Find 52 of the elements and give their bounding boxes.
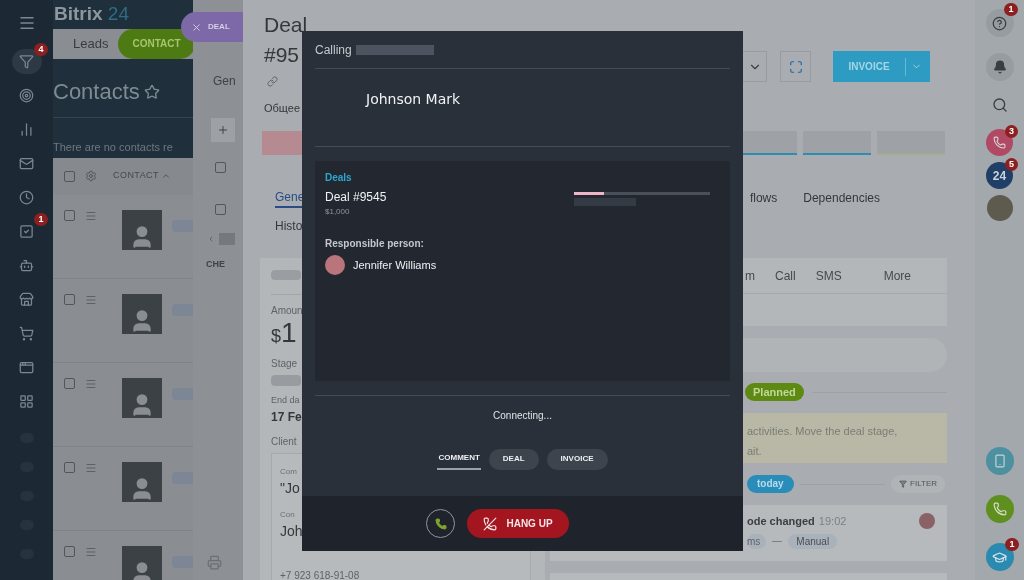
field-label: Responsible person: xyxy=(325,237,425,251)
dialog-tab[interactable]: INVOICE xyxy=(546,448,608,470)
hang-up-button[interactable]: HANG UP xyxy=(467,509,569,538)
phone-number: +7 923 618-91-08 xyxy=(280,568,360,580)
dialog-tab[interactable]: DEAL xyxy=(488,448,539,470)
notification-badge: 1 xyxy=(34,213,48,226)
deal-title: Deal #95 xyxy=(264,12,309,68)
section-tab[interactable]: flows xyxy=(749,188,778,208)
notification-badge: 4 xyxy=(34,43,48,56)
section-tab[interactable]: Dependencies xyxy=(803,188,880,208)
section-tab[interactable]: Histo xyxy=(275,216,305,236)
deal-name: Deal #9545 xyxy=(325,189,387,206)
notification-badge: 1 xyxy=(1005,538,1019,551)
field-value: 17 Fe xyxy=(271,408,302,426)
dialog-title: Calling xyxy=(315,41,352,59)
field-label: Stage xyxy=(271,357,298,371)
section-heading: Deals xyxy=(325,171,353,185)
contact-name: Joh xyxy=(280,521,303,541)
field-label: End da xyxy=(271,394,300,407)
field-label: Amoun xyxy=(271,304,303,318)
filter-button[interactable]: FILTER xyxy=(891,475,945,493)
today-badge: today xyxy=(747,475,794,493)
field-label: Con xyxy=(280,508,295,521)
field-label: Client xyxy=(271,434,297,449)
crm-tab[interactable]: CONTACT xyxy=(118,28,193,59)
stage-tag: ms xyxy=(747,533,767,549)
planned-badge: Planned xyxy=(745,383,804,401)
activity-tab[interactable]: More xyxy=(883,266,912,285)
panel-tab[interactable]: DEAL xyxy=(181,12,243,42)
activity-tab[interactable]: SMS xyxy=(815,266,842,285)
logo: Bitrix 24 xyxy=(54,2,129,26)
contact-name: Johnson Mark xyxy=(366,91,461,107)
column-header[interactable]: CHE xyxy=(206,258,243,272)
person-name: Jennifer Williams xyxy=(353,257,437,273)
notification-badge: 1 xyxy=(1004,3,1018,16)
deal-subtitle: Общее xyxy=(264,101,302,116)
column-header[interactable]: CONTACT xyxy=(113,169,171,183)
call-status: Connecting... xyxy=(493,409,552,423)
stage-tag: Manual xyxy=(788,533,838,549)
crm-tab[interactable]: Leads xyxy=(73,28,109,59)
history-time: 19:02 xyxy=(818,514,847,529)
section-title: Gen xyxy=(213,73,237,90)
activity-tab[interactable]: Call xyxy=(775,266,796,285)
deal-amount: $1,000 xyxy=(325,206,351,218)
page-title: Contacts xyxy=(53,78,140,106)
dialog-tab[interactable]: COMMENT xyxy=(437,448,481,470)
amount: $1 xyxy=(271,318,297,350)
company-name: "Jo xyxy=(280,478,300,498)
empty-note: There are no contacts re xyxy=(53,140,173,153)
field-label: Com xyxy=(280,465,297,478)
history-title: ode changed xyxy=(747,514,815,529)
activity-tab[interactable]: m xyxy=(745,266,755,285)
